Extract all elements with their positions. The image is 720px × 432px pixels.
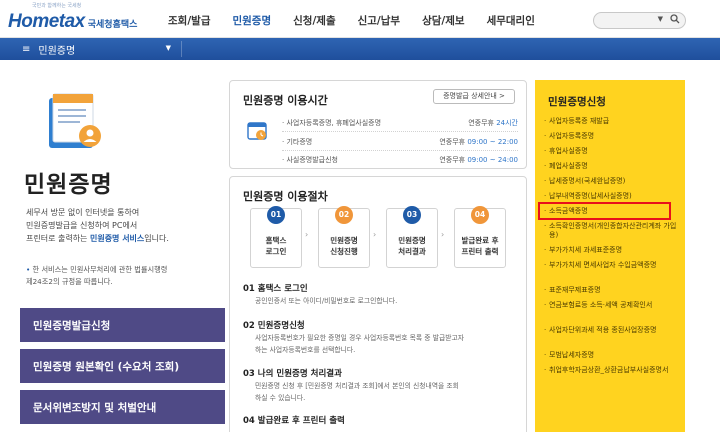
menu-bar: ≡ 민원증명 ▼ — [0, 38, 720, 60]
nav-item-agent[interactable]: 세무대리인 — [487, 13, 535, 28]
section-line: 하실 수 있습니다. — [255, 394, 306, 402]
step-apply: 02 민원증명 신청진행 — [318, 206, 370, 268]
section-heading: 04 발급완료 후 프린터 출력 — [243, 416, 345, 426]
search-icon[interactable] — [668, 14, 682, 27]
step-arrow-icon: › — [305, 230, 309, 239]
row-divider — [282, 131, 518, 132]
logo-sub-text: 국세청홈택스 — [87, 20, 138, 30]
step-print: 04 발급완료 후 프린터 출력 — [454, 206, 506, 268]
page-title: 민원증명 — [24, 172, 113, 198]
hours-row-label: · 사실증명발급신청 — [282, 156, 338, 164]
menu-item-payment-history[interactable]: 납부내역증명(납세사실증명) — [544, 192, 677, 201]
step-number: 02 — [335, 206, 353, 224]
section-heading: 01 홈택스 로그인 — [243, 284, 308, 294]
menu-item-vat-base[interactable]: 부가가치세 과세표준증명 — [544, 246, 677, 255]
hours-value: 09:00 ~ 24:00 — [467, 156, 518, 164]
menu-item-financial-statement[interactable]: 표준재무제표증명 — [544, 286, 677, 295]
logo-tagline: 국민과 함께하는 국세청 — [32, 3, 82, 9]
menu-item-income-confirmation[interactable]: 소득확인증명서(개인종합자산관리계좌 가입용) — [544, 222, 677, 240]
nav-item-certificates[interactable]: 민원증명 — [232, 13, 271, 28]
hours-row-label: · 사업자등록증명, 휴폐업사실증명 — [282, 119, 382, 127]
row-divider — [282, 150, 518, 151]
menu-item-business-registration[interactable]: 사업자등록증명 — [544, 132, 677, 141]
search-dropdown-arrow-icon[interactable]: ▼ — [658, 15, 663, 23]
hours-row-time: 연중무휴 24시간 — [468, 118, 518, 128]
hours-row-label: · 기타증명 — [282, 138, 313, 146]
certificate-menu-title: 민원증명신청 — [548, 96, 606, 108]
document-icon — [46, 92, 104, 152]
section-line: 공인인증서 또는 아이디/비밀번호로 로그인합니다. — [255, 297, 398, 305]
step-label: 발급완료 후 프린터 출력 — [461, 236, 499, 256]
section-heading: 03 나의 민원증명 처리결과 — [243, 369, 342, 379]
hours-row-time: 연중무휴 09:00 ~ 22:00 — [439, 137, 518, 147]
logo-main-text: Hometax — [8, 11, 85, 32]
intro-text-part: 프린터로 출력하는 — [26, 234, 90, 243]
menu-item-student-loan[interactable]: 취업후학자금상환_상환금납부사실증명서 — [544, 366, 677, 375]
nav-item-inquiry[interactable]: 조회/발급 — [168, 13, 210, 28]
intro-text: 세무서 방문 없이 인터넷을 통하여 민원증명발급을 신청하여 PC에서 프린터… — [26, 206, 216, 245]
hours-value: 09:00 ~ 22:00 — [467, 138, 518, 146]
step-login: 01 홈택스 로그인 — [250, 206, 302, 268]
note-line: 제24조2의 규정을 따릅니다. — [26, 277, 113, 286]
step-number: 03 — [403, 206, 421, 224]
highlight-box — [538, 202, 671, 220]
hours-card-title: 민원증명 이용시간 — [243, 94, 328, 107]
clock-icon — [246, 120, 268, 142]
hours-value: 24시간 — [496, 119, 518, 127]
menu-item-reissue[interactable]: 사업자등록증 재발급 — [544, 117, 677, 126]
menu-item-pension[interactable]: 연금보험료등 소득·세액 공제확인서 — [544, 301, 677, 310]
intro-line: 세무서 방문 없이 인터넷을 통하여 — [26, 208, 140, 217]
search-input[interactable]: ▼ — [593, 12, 686, 29]
nav-item-application[interactable]: 신청/제출 — [293, 13, 335, 28]
top-header: 국민과 함께하는 국세청 Hometax 국세청홈택스 조회/발급 민원증명 신… — [0, 0, 720, 38]
bullet-icon: • — [26, 265, 31, 274]
intro-text-part: 입니다. — [144, 234, 169, 243]
menu-item-tax-payment[interactable]: 납세증명서(국세완납증명) — [544, 177, 677, 186]
section-line: 민원증명 신청 후 [민원증명 처리결과 조회]에서 본인의 신청내역을 조회 — [255, 382, 459, 390]
section-text: 사업자등록번호가 필요한 증명일 경우 사업자등록번호 목록 중 발급받고자 하… — [255, 332, 517, 356]
step-label: 민원증명 처리결과 — [398, 236, 426, 256]
hometax-logo[interactable]: 국민과 함께하는 국세청 Hometax 국세청홈택스 — [8, 3, 138, 33]
step-arrow-icon: › — [441, 230, 445, 239]
main-nav: 조회/발급 민원증명 신청/제출 신고/납부 상담/제보 세무대리인 — [168, 13, 557, 28]
section-line: 사업자등록번호가 필요한 증명일 경우 사업자등록번호 목록 중 발급받고자 — [255, 334, 464, 342]
section-heading: 02 민원증명신청 — [243, 321, 305, 331]
step-label: 민원증명 신청진행 — [330, 236, 358, 256]
menu-item-closure[interactable]: 폐업사실증명 — [544, 162, 677, 171]
current-menu-label: 민원증명 — [38, 45, 76, 57]
menu-item-model-taxpayer[interactable]: 모범납세자증명 — [544, 351, 677, 360]
caret-down-icon: ▼ — [165, 44, 171, 52]
step-label: 홈택스 로그인 — [265, 236, 287, 256]
legal-note: • 한 서비스는 민원사무처리에 관한 법률시행령 제24조2의 규정을 따릅니… — [26, 264, 216, 288]
section-line: 하는 사업자등록번호를 선택합니다. — [255, 346, 356, 354]
intro-line: 프린터로 출력하는 민원증명 서비스입니다. — [26, 232, 216, 245]
hamburger-icon[interactable]: ≡ — [22, 44, 30, 55]
current-menu-selector[interactable]: ≡ 민원증명 ▼ — [22, 41, 182, 57]
menu-item-vat-exempt[interactable]: 부가가치세 면세사업자 수입금액증명 — [544, 261, 677, 270]
menu-item-suspension[interactable]: 휴업사실증명 — [544, 147, 677, 156]
section-text: 민원증명 신청 후 [민원증명 처리결과 조회]에서 본인의 신청내역을 조회 … — [255, 380, 517, 404]
note-text: 한 서비스는 민원사무처리에 관한 법률시행령 — [32, 265, 168, 274]
hours-prefix: 연중무휴 — [439, 138, 468, 146]
section-text: 공인인증서 또는 아이디/비밀번호로 로그인합니다. — [255, 295, 517, 307]
original-verify-button[interactable]: 민원증명 원본확인 (수요처 조회) — [20, 349, 225, 383]
hours-prefix: 연중무휴 — [468, 119, 497, 127]
issue-guide-button[interactable]: 증명발급 상세안내 > — [433, 89, 515, 104]
step-arrow-icon: › — [373, 230, 377, 239]
hours-prefix: 연중무휴 — [439, 156, 468, 164]
nav-item-filing[interactable]: 신고/납부 — [358, 13, 400, 28]
intro-line: 민원증명발급을 신청하여 PC에서 — [26, 221, 138, 230]
step-result: 03 민원증명 처리결과 — [386, 206, 438, 268]
step-number: 04 — [471, 206, 489, 224]
nav-item-consult[interactable]: 상담/제보 — [422, 13, 464, 28]
procedure-card-title: 민원증명 이용절차 — [243, 190, 328, 203]
forgery-prevention-button[interactable]: 문서위변조방지 및 처벌안내 — [20, 390, 225, 424]
note-line: • 한 서비스는 민원사무처리에 관한 법률시행령 — [26, 264, 216, 276]
service-link[interactable]: 민원증명 서비스 — [90, 234, 144, 243]
step-number: 01 — [267, 206, 285, 224]
certificate-issue-button[interactable]: 민원증명발급신청 — [20, 308, 225, 342]
hours-row-time: 연중무휴 09:00 ~ 24:00 — [439, 155, 518, 165]
menu-item-unit-taxation[interactable]: 사업자단위과세 적용 종된사업장증명 — [544, 326, 677, 335]
